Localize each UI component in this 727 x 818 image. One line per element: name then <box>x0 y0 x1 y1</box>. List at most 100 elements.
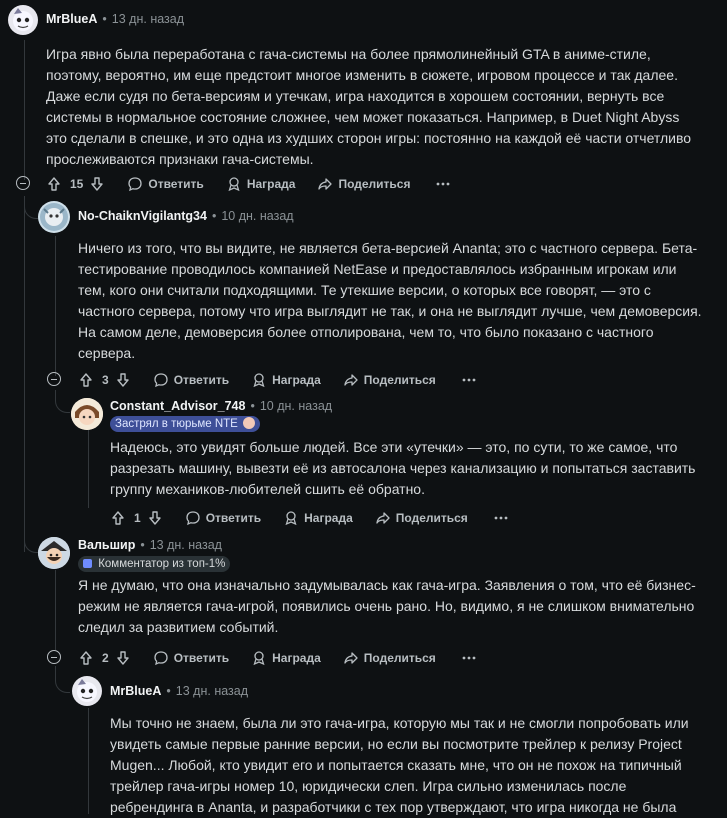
thread-line <box>24 196 25 552</box>
reply-button[interactable]: Ответить <box>153 372 229 388</box>
comment-meta: No-ChaiknVigilantg34 • 10 дн. назад <box>78 209 294 223</box>
upvote-button[interactable] <box>78 650 94 666</box>
collapse-toggle-icon[interactable] <box>47 650 61 664</box>
award-icon <box>285 511 297 526</box>
more-options-button[interactable] <box>462 378 476 382</box>
avatar[interactable] <box>72 676 102 706</box>
separator: • <box>211 209 217 223</box>
comment-text-line: трейлер гача-игры номер 10, юридически с… <box>110 778 627 794</box>
share-button[interactable]: Поделиться <box>343 650 436 666</box>
author-name[interactable]: No-ChaiknVigilantg34 <box>78 209 207 223</box>
share-button[interactable]: Поделиться <box>343 372 436 388</box>
more-options-button[interactable] <box>462 656 476 660</box>
user-flair: Комментатор из топ-1% <box>78 556 231 572</box>
thread-line <box>24 40 25 180</box>
separator: • <box>166 684 171 698</box>
reply-button[interactable]: Ответить <box>127 176 204 192</box>
award-button[interactable]: Награда <box>226 176 296 192</box>
reply-button[interactable]: Ответить <box>153 650 229 666</box>
downvote-button[interactable] <box>89 176 105 192</box>
comment-text-line: системы в нормальное состояние сложнее, … <box>46 109 680 125</box>
comment-text-line: следил за развитием событий. <box>78 619 279 635</box>
share-icon <box>376 512 390 524</box>
comment-text-line: разрезать машину, вывезти её из автосало… <box>110 460 696 476</box>
avatar[interactable] <box>71 398 103 430</box>
comment-text-line: Игра явно была переработана с гача-систе… <box>46 46 651 62</box>
upvote-button[interactable] <box>46 176 62 192</box>
timestamp[interactable]: 10 дн. назад <box>221 209 293 223</box>
share-icon <box>344 374 358 386</box>
comment-body: Мы точно не знаем, была ли это гача-игра… <box>110 713 689 818</box>
more-icon <box>437 182 450 186</box>
reply-button[interactable]: Ответить <box>185 510 261 526</box>
collapse-toggle-icon[interactable] <box>16 176 30 190</box>
share-button[interactable]: Поделиться <box>317 176 410 192</box>
timestamp[interactable]: 13 дн. назад <box>150 538 222 552</box>
speech-bubble-icon <box>128 177 143 192</box>
timestamp[interactable]: 13 дн. назад <box>112 12 184 26</box>
thread-line <box>55 570 56 650</box>
comment-text-line: тестирование проводилось компанией NetEa… <box>78 261 677 277</box>
flair-text: Комментатор из топ-1% <box>98 558 226 570</box>
more-options-button[interactable] <box>436 182 450 186</box>
more-options-button[interactable] <box>494 516 508 520</box>
downvote-button[interactable] <box>147 510 163 526</box>
upvote-button[interactable] <box>110 510 126 526</box>
vote-count: 1 <box>134 511 141 525</box>
comment-text-line: это сделали в спешке, и это одна из худш… <box>46 130 692 146</box>
comment-text-line: Ничего из того, что вы видите, не являет… <box>78 240 698 256</box>
author-name[interactable]: MrBlueA <box>110 684 161 698</box>
avatar[interactable] <box>38 537 70 569</box>
award-button[interactable]: Награда <box>283 510 353 526</box>
downvote-button[interactable] <box>115 372 131 388</box>
share-icon <box>344 652 358 664</box>
top-commenter-icon <box>83 559 92 568</box>
avatar[interactable] <box>38 201 70 233</box>
comment-text-line: Mugen... Любой, кто увидит его и попытае… <box>110 757 682 773</box>
arrow-down-icon <box>91 177 104 191</box>
timestamp[interactable]: 10 дн. назад <box>260 399 332 413</box>
speech-bubble-icon <box>186 511 200 526</box>
share-icon <box>318 178 333 190</box>
comment-text-line: поэтому, вероятно, им еще предстоит мног… <box>46 67 678 83</box>
award-label: Награда <box>272 373 321 387</box>
arrow-up-icon <box>80 651 92 665</box>
comment-meta: Вальшир • 13 дн. назад <box>78 538 222 552</box>
award-button[interactable]: Награда <box>251 372 321 388</box>
thread-connector <box>24 530 39 553</box>
more-icon <box>462 378 476 382</box>
award-button[interactable]: Награда <box>251 650 321 666</box>
author-name[interactable]: Constant_Advisor_748 <box>110 399 245 413</box>
avatar[interactable] <box>8 5 38 35</box>
comment-text-line: группу механиков-любителей сшить её обра… <box>110 481 425 497</box>
speech-bubble-icon <box>154 651 168 666</box>
flair-emoji-icon <box>243 417 256 429</box>
thread-line <box>88 430 89 508</box>
award-label: Награда <box>304 511 353 525</box>
comment-text-line: Мы точно не знаем, была ли это гача-игра… <box>110 715 689 731</box>
timestamp[interactable]: 13 дн. назад <box>176 684 248 698</box>
arrow-up-icon <box>48 177 60 191</box>
vote-count: 15 <box>70 177 84 191</box>
more-icon <box>462 656 476 660</box>
upvote-button[interactable] <box>78 372 94 388</box>
thread-connector <box>55 390 70 413</box>
thread-connector <box>55 666 70 693</box>
comment-meta: Constant_Advisor_748 • 10 дн. назад <box>110 399 332 413</box>
more-icon <box>494 516 508 520</box>
arrow-down-icon <box>116 651 129 665</box>
award-label: Награда <box>272 651 321 665</box>
author-name[interactable]: Вальшир <box>78 538 135 552</box>
award-label: Награда <box>246 177 296 191</box>
collapse-toggle-icon[interactable] <box>47 372 61 386</box>
downvote-button[interactable] <box>115 650 131 666</box>
comment-actions: 3 Ответить Награда Поделиться <box>78 370 476 390</box>
share-button[interactable]: Поделиться <box>375 510 468 526</box>
author-name[interactable]: MrBlueA <box>46 12 97 26</box>
thread-connector <box>24 196 39 219</box>
arrow-up-icon <box>112 511 124 525</box>
arrow-down-icon <box>148 511 161 525</box>
comment-actions: 2 Ответить Награда Поделиться <box>78 648 476 668</box>
share-label: Поделиться <box>395 511 468 525</box>
comment-meta: MrBlueA • 13 дн. назад <box>46 12 184 26</box>
